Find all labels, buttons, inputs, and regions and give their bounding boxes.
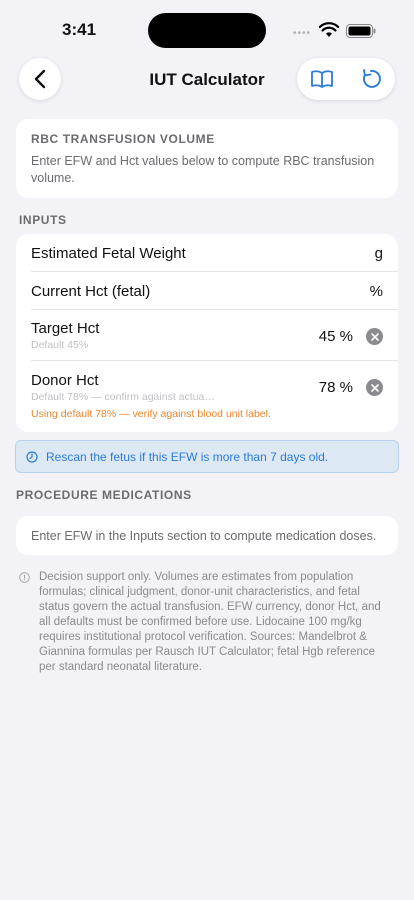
divider (31, 360, 398, 361)
efw-field[interactable]: Estimated Fetal Weight g (31, 245, 383, 273)
donor-hct-warning: Using default 78% — verify against blood… (31, 408, 271, 420)
current-hct-field[interactable]: Current Hct (fetal) % (31, 283, 383, 311)
clock-icon (26, 450, 38, 463)
signal-dots: •••• (293, 28, 312, 39)
current-hct-label: Current Hct (fetal) (31, 283, 151, 300)
clear-icon (370, 332, 379, 341)
target-hct-field[interactable]: Target Hct Default 45% 45 % (31, 320, 383, 360)
info-card: RBC TRANSFUSION VOLUME Enter EFW and Hct… (16, 119, 398, 198)
donor-hct-default: Default 78% — confirm against actua… (31, 391, 215, 403)
disclaimer-text: Decision support only. Volumes are estim… (39, 571, 381, 673)
target-hct-default: Default 45% (31, 339, 89, 351)
rescan-alert-text: Rescan the fetus if this EFW is more tha… (46, 449, 329, 464)
reset-button[interactable] (346, 58, 395, 100)
status-time: 3:41 (62, 20, 97, 39)
inputs-section-label: INPUTS (19, 213, 67, 227)
info-description: Enter EFW and Hct values below to comput… (31, 154, 375, 185)
medications-placeholder: Enter EFW in the Inputs section to compu… (31, 528, 377, 543)
book-icon (310, 70, 333, 88)
donor-hct-field[interactable]: Donor Hct Default 78% — confirm against … (31, 372, 383, 428)
references-button[interactable] (297, 58, 346, 100)
status-bar: 3:41 •••• (0, 0, 414, 60)
target-hct-value: 45 % (318, 328, 353, 345)
reset-icon (362, 69, 381, 88)
efw-label: Estimated Fetal Weight (31, 245, 186, 262)
battery-icon (346, 24, 376, 38)
donor-hct-label: Donor Hct (31, 372, 99, 389)
clear-icon (370, 383, 379, 392)
donor-hct-clear-button[interactable] (366, 379, 383, 396)
inputs-card: Estimated Fetal Weight g Current Hct (fe… (16, 234, 398, 432)
target-hct-clear-button[interactable] (366, 328, 383, 345)
divider (31, 309, 398, 310)
efw-unit: g (374, 245, 383, 262)
wifi-icon (319, 22, 339, 37)
dynamic-island (148, 13, 266, 48)
target-hct-label: Target Hct (31, 320, 100, 337)
rescan-alert: Rescan the fetus if this EFW is more tha… (15, 440, 399, 473)
donor-hct-value: 78 % (318, 379, 353, 396)
divider (31, 271, 398, 272)
current-hct-unit: % (369, 283, 383, 300)
info-icon (19, 572, 30, 583)
nav-actions-group (297, 58, 395, 100)
info-heading: RBC TRANSFUSION VOLUME (31, 132, 215, 146)
medications-section-label: PROCEDURE MEDICATIONS (16, 488, 192, 502)
medications-card: Enter EFW in the Inputs section to compu… (16, 516, 398, 555)
